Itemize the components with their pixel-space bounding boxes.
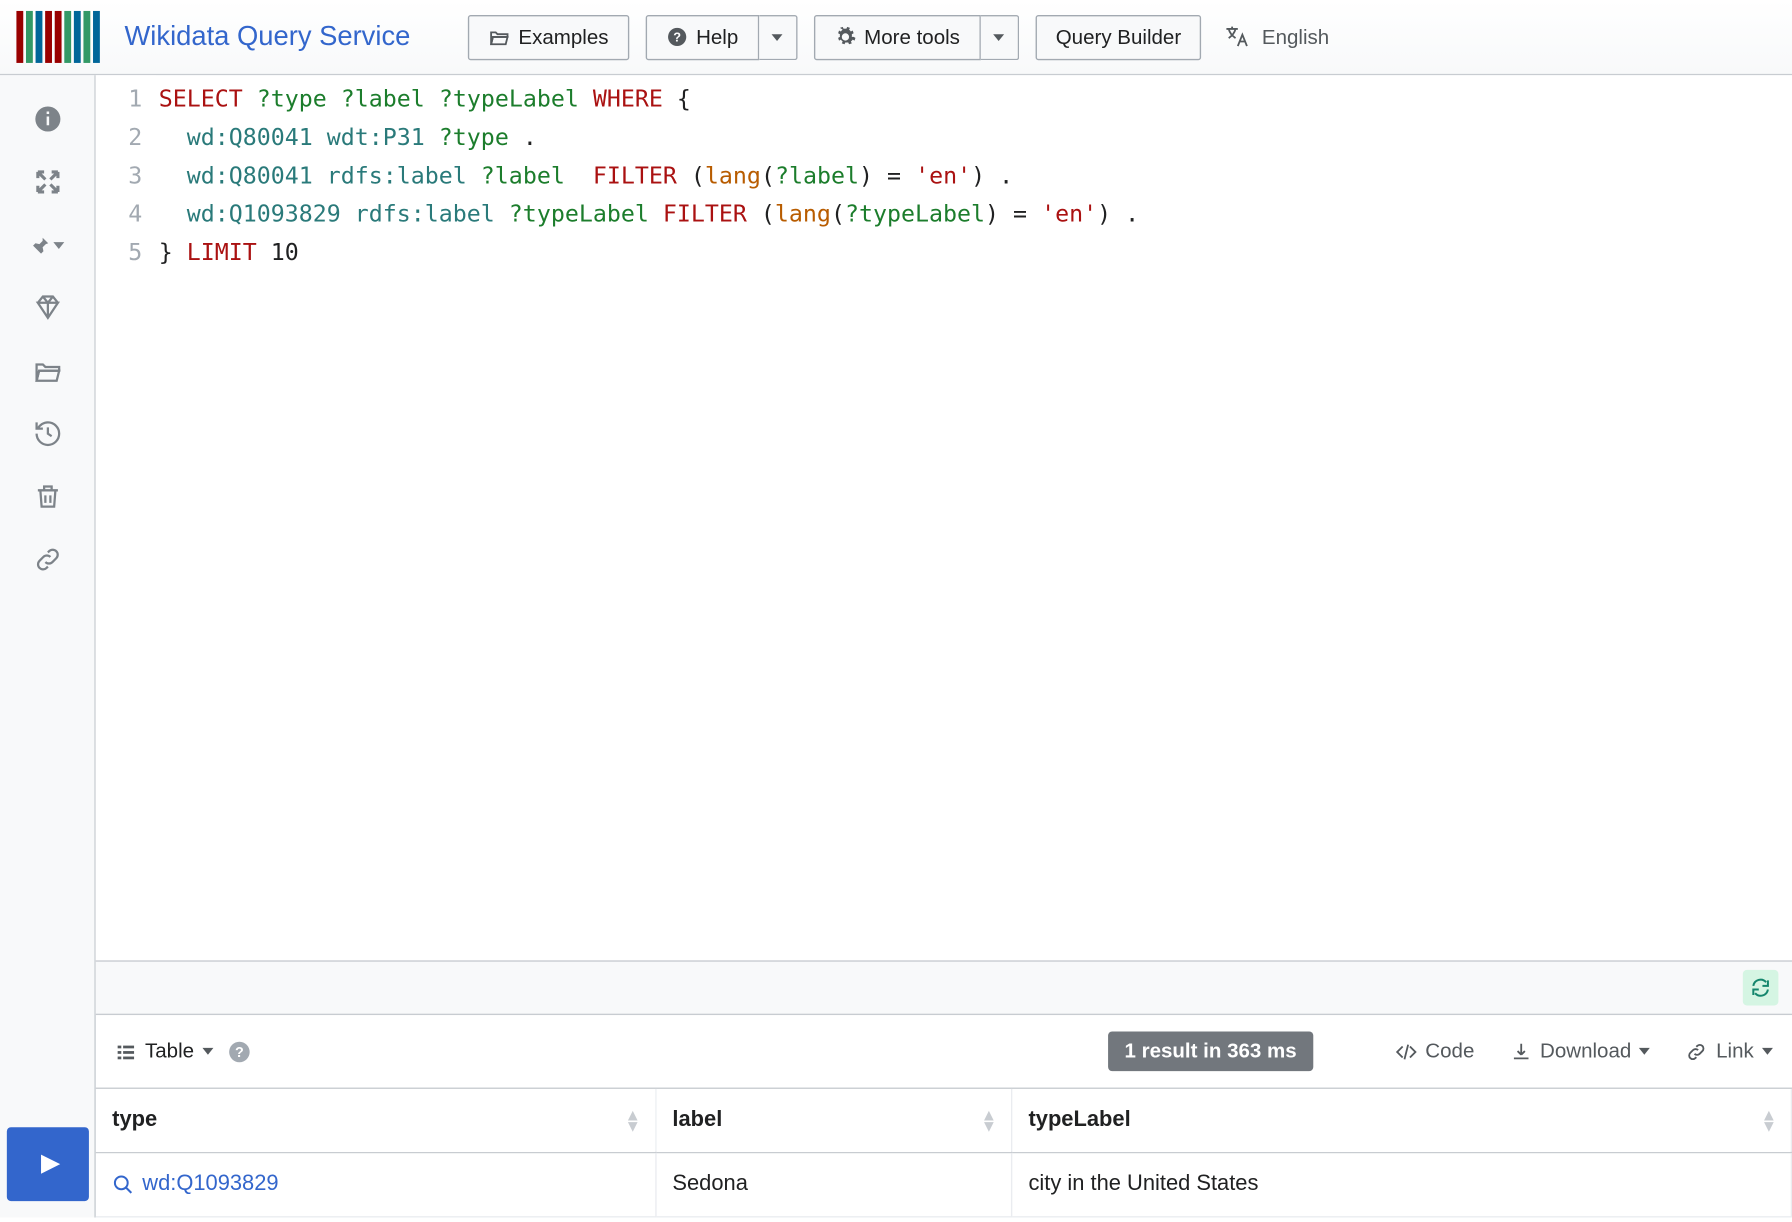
cell-type: wd:Q1093829 [96, 1153, 656, 1217]
more-tools-button[interactable]: More tools [814, 14, 981, 59]
gear-icon [834, 26, 856, 48]
run-query-button[interactable] [6, 1127, 88, 1201]
chevron-down-icon [1640, 1048, 1651, 1055]
folder-open-icon [488, 26, 510, 48]
language-label: English [1262, 25, 1329, 48]
help-caret[interactable] [759, 14, 797, 59]
open-tool[interactable] [31, 354, 64, 387]
chevron-down-icon [993, 34, 1004, 41]
link-tool[interactable] [31, 543, 64, 576]
link-button[interactable]: Link [1686, 1040, 1773, 1063]
table-header-row: type▲▼ label▲▼ typeLabel▲▼ [96, 1089, 1792, 1153]
question-circle-icon: ? [666, 26, 688, 48]
query-builder-button[interactable]: Query Builder [1035, 14, 1202, 59]
sort-icon: ▲▼ [1761, 1109, 1777, 1131]
chevron-down-icon [1762, 1048, 1773, 1055]
trash-tool[interactable] [31, 480, 64, 513]
examples-label: Examples [518, 25, 608, 48]
query-builder-label: Query Builder [1056, 25, 1181, 48]
pin-icon [31, 230, 50, 260]
download-label: Download [1540, 1040, 1631, 1063]
refresh-button[interactable] [1743, 970, 1779, 1006]
cell-label: Sedona [655, 1153, 1011, 1217]
col-type[interactable]: type▲▼ [96, 1089, 656, 1153]
sparql-editor[interactable]: 1 2 3 4 5 SELECT ?type ?label ?typeLabel… [96, 75, 1792, 960]
brand-link[interactable]: Wikidata Query Service [124, 21, 410, 52]
svg-text:?: ? [235, 1044, 244, 1060]
code-content: SELECT ?type ?label ?typeLabel WHERE { w… [156, 75, 1139, 960]
code-label: Code [1425, 1040, 1474, 1063]
code-icon [1395, 1040, 1417, 1062]
info-circle-icon [32, 104, 62, 134]
wikidata-logo [16, 11, 99, 63]
more-tools-label: More tools [864, 25, 960, 48]
code-button[interactable]: Code [1395, 1040, 1474, 1063]
more-tools-caret[interactable] [980, 14, 1018, 59]
link-label: Link [1716, 1040, 1754, 1063]
sort-icon: ▲▼ [981, 1109, 997, 1131]
history-icon [32, 419, 62, 449]
status-bar [96, 960, 1792, 1015]
translate-icon [1224, 23, 1251, 50]
chevron-down-icon [772, 34, 783, 41]
sort-icon: ▲▼ [625, 1109, 641, 1131]
trash-icon [32, 482, 62, 512]
result-toolbar: Table ? 1 result in 363 ms Code Download [96, 1015, 1792, 1089]
side-toolbar [0, 75, 96, 1217]
more-tools-group: More tools [814, 14, 1019, 59]
pin-tool[interactable] [31, 228, 64, 261]
link-icon [1686, 1040, 1708, 1062]
help-label: Help [696, 25, 738, 48]
result-count-badge: 1 result in 363 ms [1108, 1031, 1313, 1071]
link-icon [32, 544, 62, 574]
topbar: Wikidata Query Service Examples ? Help M… [0, 0, 1792, 75]
col-typelabel[interactable]: typeLabel▲▼ [1011, 1089, 1791, 1153]
view-selector[interactable]: Table [115, 1040, 213, 1063]
help-group: ? Help [645, 14, 797, 59]
examples-button[interactable]: Examples [468, 14, 629, 59]
question-circle-icon[interactable]: ? [227, 1039, 252, 1064]
cell-typelabel: city in the United States [1011, 1153, 1791, 1217]
table-row: wd:Q1093829 Sedona city in the United St… [96, 1153, 1792, 1217]
entity-link[interactable]: wd:Q1093829 [112, 1172, 638, 1197]
expand-tool[interactable] [31, 166, 64, 199]
chevron-down-icon [202, 1048, 213, 1055]
download-icon [1510, 1040, 1532, 1062]
line-gutter: 1 2 3 4 5 [96, 75, 156, 960]
diamond-icon [32, 293, 62, 323]
svg-text:?: ? [673, 29, 681, 44]
refresh-icon [1750, 977, 1772, 999]
expand-icon [32, 167, 62, 197]
diamond-tool[interactable] [31, 291, 64, 324]
language-picker[interactable]: English [1224, 23, 1330, 50]
download-button[interactable]: Download [1510, 1040, 1651, 1063]
main-area: 1 2 3 4 5 SELECT ?type ?label ?typeLabel… [0, 75, 1792, 1217]
play-icon [31, 1148, 64, 1181]
results-table: type▲▼ label▲▼ typeLabel▲▼ wd:Q1093829 [96, 1089, 1792, 1218]
chevron-down-icon [53, 241, 64, 248]
folder-open-icon [32, 356, 62, 386]
col-label[interactable]: label▲▼ [655, 1089, 1011, 1153]
search-icon [112, 1174, 134, 1196]
history-tool[interactable] [31, 417, 64, 450]
info-tool[interactable] [31, 103, 64, 136]
editor-wrap: 1 2 3 4 5 SELECT ?type ?label ?typeLabel… [96, 75, 1792, 1217]
list-icon [115, 1040, 137, 1062]
view-label: Table [145, 1040, 194, 1063]
help-button[interactable]: ? Help [645, 14, 758, 59]
